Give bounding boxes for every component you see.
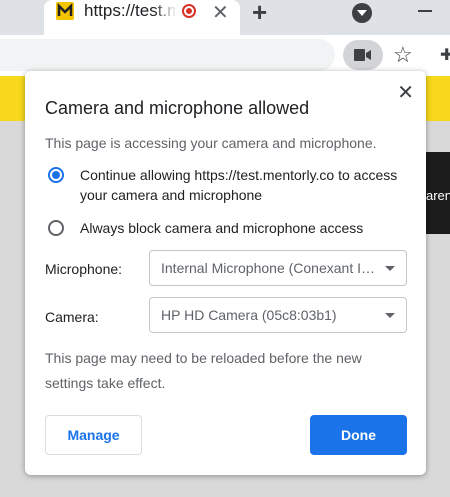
manage-button[interactable]: Manage <box>45 415 142 455</box>
radio-option-always-block[interactable]: Always block camera and microphone acces… <box>45 218 405 240</box>
close-icon[interactable]: ✕ <box>397 80 414 105</box>
chevron-down-icon <box>385 266 395 271</box>
tab-strip: https://test.mentorly.co ✕ + <box>0 0 450 35</box>
extensions-icon[interactable]: ✚ <box>440 45 450 65</box>
microphone-select[interactable]: Internal Microphone (Conexant ISST Audio… <box>149 250 407 286</box>
camera-select-value: HP HD Camera (05c8:03b1) <box>161 307 337 323</box>
done-button[interactable]: Done <box>310 415 407 455</box>
browser-tab[interactable]: https://test.mentorly.co ✕ <box>44 0 240 35</box>
media-permission-dialog: ✕ Camera and microphone allowed This pag… <box>25 71 426 475</box>
radio-option-label: Always block camera and microphone acces… <box>80 220 364 236</box>
radio-option-label: Continue allowing https://test.mentorly.… <box>80 167 398 203</box>
new-tab-icon[interactable]: + <box>252 0 267 28</box>
camera-select[interactable]: HP HD Camera (05c8:03b1) <box>149 297 407 333</box>
star-icon[interactable]: ☆ <box>393 42 413 68</box>
recording-icon <box>182 4 196 18</box>
tab-close-icon[interactable]: ✕ <box>212 0 229 25</box>
radio-button[interactable] <box>48 220 64 236</box>
mentorly-favicon <box>56 2 74 20</box>
camera-icon <box>354 49 371 61</box>
microphone-select-value: Internal Microphone (Conexant ISST Audio… <box>161 260 376 276</box>
microphone-label: Microphone: <box>45 261 123 277</box>
radio-option-continue-allowing[interactable]: Continue allowing https://test.mentorly.… <box>45 165 405 209</box>
camera-label: Camera: <box>45 309 99 325</box>
address-bar[interactable] <box>0 39 335 71</box>
camera-indicator-button[interactable] <box>343 40 383 70</box>
tab-title: https://test.mentorly.co <box>84 1 177 21</box>
dialog-subtitle: This page is accessing your camera and m… <box>45 135 377 151</box>
browser-toolbar: ☆ ✚ <box>0 35 450 76</box>
page-partial-text: aren <box>426 188 450 203</box>
minimize-icon[interactable] <box>418 10 432 12</box>
chevron-down-icon <box>385 313 395 318</box>
radio-button-selected[interactable] <box>48 167 64 183</box>
dialog-title: Camera and microphone allowed <box>45 98 310 118</box>
tab-search-icon[interactable] <box>352 3 372 23</box>
reload-note: This page may need to be reloaded before… <box>45 350 362 391</box>
